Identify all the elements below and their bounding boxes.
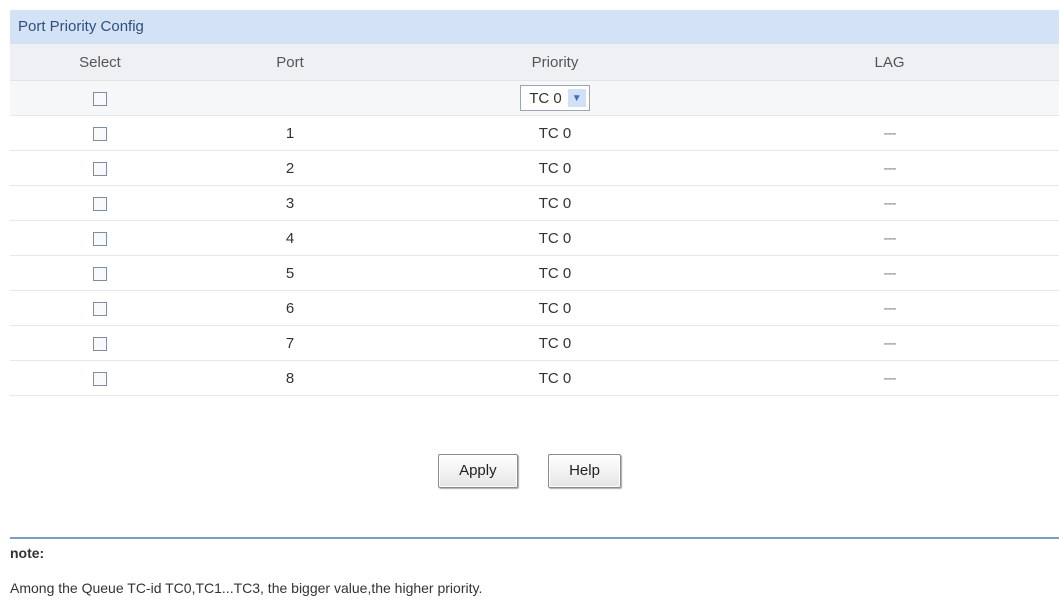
apply-button[interactable]: Apply	[438, 454, 518, 488]
row-checkbox[interactable]	[93, 231, 107, 246]
filter-row: TC 0 ▼	[10, 80, 1059, 116]
select-all-checkbox[interactable]	[93, 91, 107, 106]
note-text: Among the Queue TC-id TC0,TC1...TC3, the…	[10, 580, 483, 596]
port-cell: 3	[190, 185, 390, 221]
header-port: Port	[190, 44, 390, 81]
priority-cell: TC 0	[390, 290, 720, 326]
row-checkbox[interactable]	[93, 196, 107, 211]
note-label: note:	[10, 545, 45, 561]
row-checkbox[interactable]	[93, 301, 107, 316]
port-cell: 2	[190, 150, 390, 186]
table-row: 5 TC 0 ---	[10, 255, 1059, 291]
row-checkbox[interactable]	[93, 266, 107, 281]
header-select: Select	[10, 44, 190, 81]
port-cell: 1	[190, 115, 390, 151]
port-cell: 7	[190, 325, 390, 361]
priority-cell: TC 0	[390, 255, 720, 291]
priority-cell: TC 0	[390, 185, 720, 221]
row-checkbox[interactable]	[93, 161, 107, 176]
port-cell: 4	[190, 220, 390, 256]
lag-cell: ---	[720, 185, 1059, 221]
port-priority-table: Select Port Priority LAG TC 0 ▼ 1 TC 0 -…	[10, 44, 1059, 396]
header-priority: Priority	[390, 44, 720, 81]
priority-cell: TC 0	[390, 220, 720, 256]
lag-cell: ---	[720, 220, 1059, 256]
lag-cell: ---	[720, 290, 1059, 326]
table-row: 2 TC 0 ---	[10, 150, 1059, 186]
button-bar: Apply Help	[0, 454, 1059, 488]
table-row: 7 TC 0 ---	[10, 325, 1059, 361]
row-checkbox[interactable]	[93, 336, 107, 351]
table-row: 8 TC 0 ---	[10, 360, 1059, 396]
lag-cell: ---	[720, 360, 1059, 396]
row-checkbox[interactable]	[93, 371, 107, 386]
lag-cell: ---	[720, 255, 1059, 291]
table-row: 6 TC 0 ---	[10, 290, 1059, 326]
panel-title: Port Priority Config	[10, 10, 1059, 44]
lag-cell: ---	[720, 150, 1059, 186]
lag-cell: ---	[720, 115, 1059, 151]
port-priority-panel: Port Priority Config Select Port Priorit…	[10, 10, 1059, 396]
chevron-down-icon: ▼	[567, 89, 586, 107]
header-lag: LAG	[720, 44, 1059, 81]
lag-cell: ---	[720, 325, 1059, 361]
port-cell: 6	[190, 290, 390, 326]
priority-cell: TC 0	[390, 150, 720, 186]
priority-cell: TC 0	[390, 325, 720, 361]
table-row: 1 TC 0 ---	[10, 115, 1059, 151]
port-cell: 5	[190, 255, 390, 291]
table-header-row: Select Port Priority LAG	[10, 44, 1059, 81]
priority-select-value: TC 0	[529, 89, 562, 107]
priority-select[interactable]: TC 0 ▼	[520, 85, 590, 111]
priority-cell: TC 0	[390, 360, 720, 396]
row-checkbox[interactable]	[93, 126, 107, 141]
priority-cell: TC 0	[390, 115, 720, 151]
port-cell: 8	[190, 360, 390, 396]
help-button[interactable]: Help	[548, 454, 621, 488]
table-row: 4 TC 0 ---	[10, 220, 1059, 256]
table-row: 3 TC 0 ---	[10, 185, 1059, 221]
note-divider	[10, 537, 1059, 539]
